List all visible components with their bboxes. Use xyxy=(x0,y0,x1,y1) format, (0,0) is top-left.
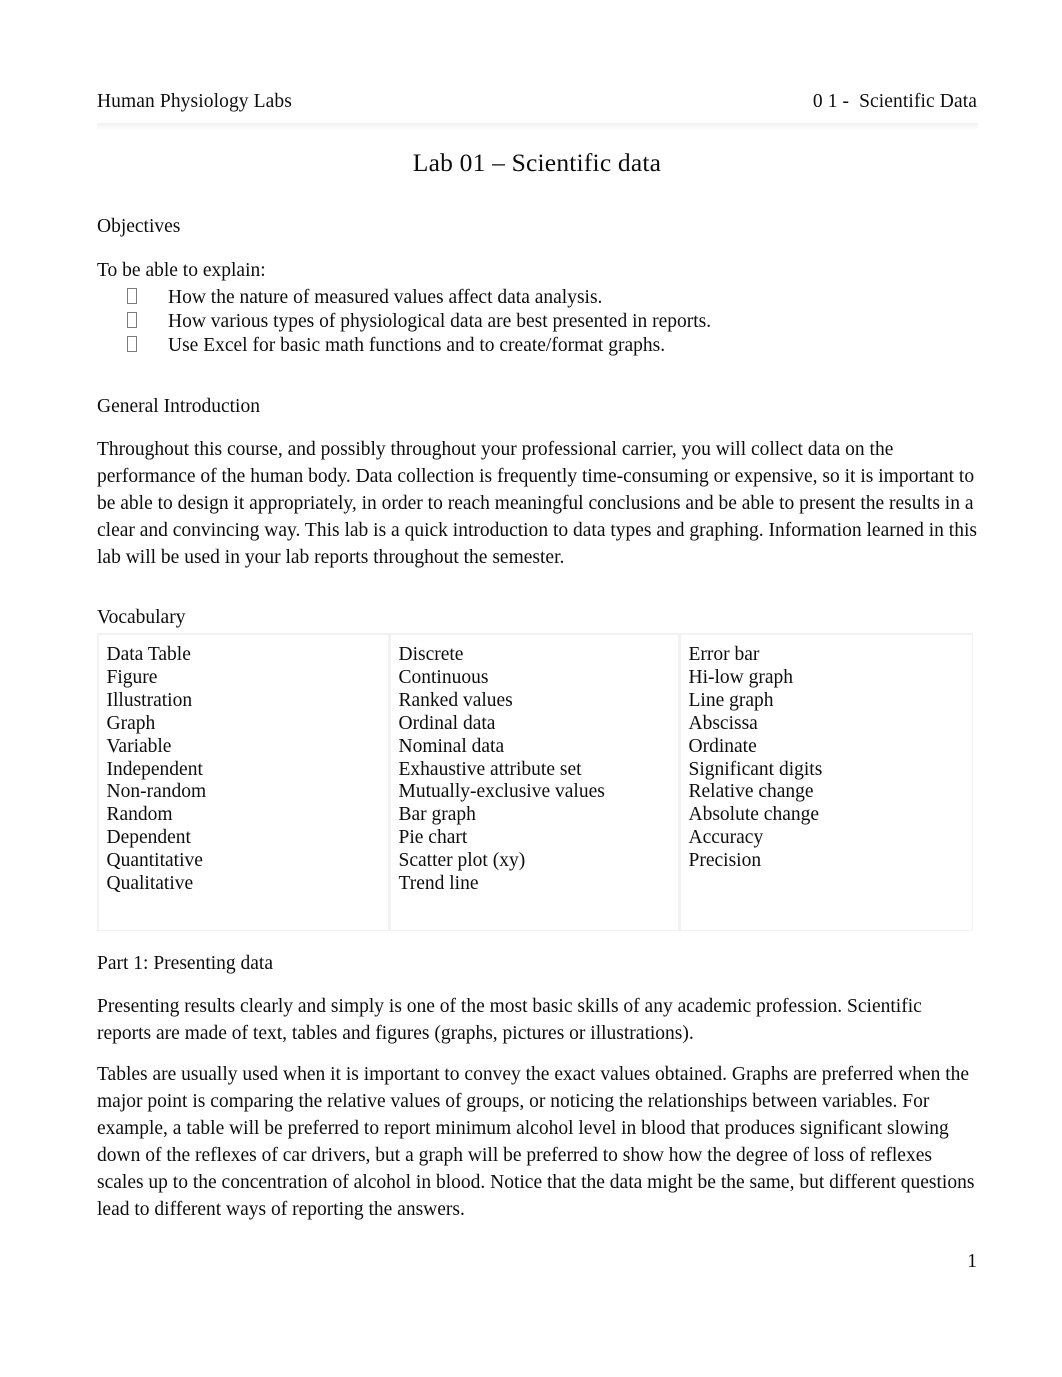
part1-paragraph-1: Presenting results clearly and simply is… xyxy=(97,995,922,1044)
vocabulary-column-1: Data Table Figure Illustration Graph Var… xyxy=(98,634,388,930)
document-content: Human Physiology Labs 0 1 - Scientific D… xyxy=(97,90,977,1223)
header-right-text: 0 1 - Scientific Data xyxy=(812,91,977,112)
vocabulary-term: Mutually-exclusive values xyxy=(398,781,605,803)
general-introduction-paragraph: Throughout this course, and possibly thr… xyxy=(97,439,977,569)
vocabulary-term: Illustration xyxy=(106,689,193,711)
missing-glyph-bullet-icon xyxy=(127,312,137,329)
vocabulary-heading: Vocabulary xyxy=(97,607,186,629)
vocabulary-term: Trend line xyxy=(398,873,479,895)
vocabulary-term: Ranked values xyxy=(398,689,513,711)
vocabulary-column-3: Error bar Hi-low graph Line graph Abscis… xyxy=(680,634,972,930)
vocabulary-column-2: Discrete Continuous Ranked values Ordina… xyxy=(390,634,678,930)
page-title: Lab 01 – Scientific data xyxy=(412,148,662,178)
vocabulary-term: Figure xyxy=(106,666,158,688)
document-page: Human Physiology Labs 0 1 - Scientific D… xyxy=(0,0,1062,1377)
vocabulary-term: Hi-low graph xyxy=(688,666,794,688)
list-item-label: Use Excel for basic math functions and t… xyxy=(168,335,666,357)
part1-heading: Part 1: Presenting data xyxy=(97,953,274,975)
vocabulary-term: Abscissa xyxy=(688,712,758,734)
vocabulary-term: Nominal data xyxy=(398,735,505,757)
vocabulary-term: Ordinate xyxy=(688,735,757,757)
vocabulary-term: Line graph xyxy=(688,689,774,711)
missing-glyph-bullet-icon xyxy=(127,336,137,353)
vocabulary-term: Independent xyxy=(106,758,203,780)
objectives-lead-in: To be able to explain: xyxy=(97,260,266,282)
list-item-label: How various types of physiological data … xyxy=(168,311,712,333)
vocabulary-term: Scatter plot (xy) xyxy=(398,850,526,872)
missing-glyph-bullet-icon xyxy=(127,287,137,304)
vocabulary-term: Precision xyxy=(688,850,762,872)
vocabulary-term: Random xyxy=(106,804,173,826)
vocabulary-term: Error bar xyxy=(688,643,760,665)
vocabulary-term: Bar graph xyxy=(398,804,476,826)
vocabulary-table: Data Table Figure Illustration Graph Var… xyxy=(97,633,973,932)
vocabulary-term: Variable xyxy=(106,735,172,757)
vocabulary-term: Dependent xyxy=(106,827,191,849)
vocabulary-term: Quantitative xyxy=(106,850,203,872)
vocabulary-term: Accuracy xyxy=(688,827,764,849)
vocabulary-term: Pie chart xyxy=(398,827,468,849)
vocabulary-term: Graph xyxy=(106,712,156,734)
vocabulary-term: Qualitative xyxy=(106,873,194,895)
list-item: How various types of physiological data … xyxy=(97,310,977,334)
vocabulary-term: Ordinal data xyxy=(398,712,496,734)
objectives-list: How the nature of measured values affect… xyxy=(97,286,977,359)
running-header: Human Physiology Labs 0 1 - Scientific D… xyxy=(97,90,977,120)
vocabulary-term: Significant digits xyxy=(688,758,823,780)
list-item: How the nature of measured values affect… xyxy=(97,286,977,310)
vocabulary-term: Data Table xyxy=(106,643,191,665)
vocabulary-term: Exhaustive attribute set xyxy=(398,758,582,780)
vocabulary-term: Absolute change xyxy=(688,804,820,826)
objectives-heading: Objectives xyxy=(97,215,181,237)
page-number: 1 xyxy=(967,1251,977,1272)
part1-paragraph-2: Tables are usually used when it is impor… xyxy=(97,1063,975,1220)
list-item: Use Excel for basic math functions and t… xyxy=(97,334,977,358)
vocabulary-term: Continuous xyxy=(398,666,489,688)
vocabulary-term: Discrete xyxy=(398,643,464,665)
header-left-text: Human Physiology Labs xyxy=(97,91,292,112)
vocabulary-term: Relative change xyxy=(688,781,814,803)
vocabulary-term: Non-random xyxy=(106,781,207,803)
list-item-label: How the nature of measured values affect… xyxy=(168,286,603,308)
general-introduction-heading: General Introduction xyxy=(97,395,260,417)
